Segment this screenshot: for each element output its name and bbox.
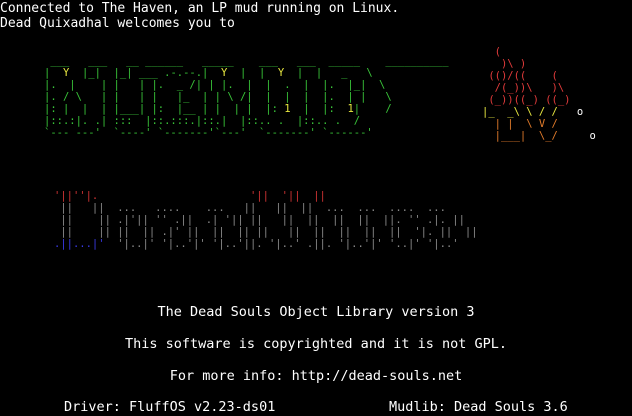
mud-logo-ascii-art: ___ ___ __ ______ _____ ___ ___ _____ __… (44, 55, 449, 139)
dead-souls-logo-ascii-art: '||''|. '|| '|| || || || ... .... ... ||… (54, 190, 478, 250)
flame-icon: ( )\ ) (()/(( ( /(_))\ )\ (_))((_) ((_) … (482, 46, 596, 142)
more-info-link: For more info: http://dead-souls.net (169, 368, 463, 384)
library-version-text: The Dead Souls Object Library version 3 (157, 304, 475, 320)
copyright-notice: This software is copyrighted and it is n… (124, 336, 507, 352)
welcome-message: Dead Quixadhal welcomes you to (0, 16, 235, 31)
connection-status: Connected to The Haven, an LP mud runnin… (0, 1, 400, 16)
mud-terminal-screen: { "connection": { "connected_line": "Con… (0, 0, 632, 416)
driver-version: Driver: FluffOS v2.23-ds01 (64, 399, 276, 415)
mudlib-version: Mudlib: Dead Souls 3.6 (389, 399, 568, 415)
